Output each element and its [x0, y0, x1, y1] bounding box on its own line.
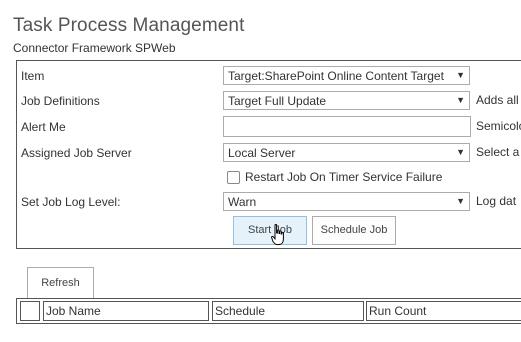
chevron-down-icon: ▼ [456, 196, 465, 206]
chevron-down-icon: ▼ [456, 70, 465, 80]
alert-me-input[interactable] [223, 116, 471, 137]
schedule-column-header[interactable]: Schedule [212, 301, 364, 321]
jobs-grid-header: Job Name Schedule Run Count [16, 298, 521, 324]
select-all-column-header[interactable] [20, 301, 40, 321]
job-name-column-header[interactable]: Job Name [43, 301, 209, 321]
restart-job-checkbox[interactable] [227, 171, 240, 184]
assigned-job-server-hint: Select a [476, 145, 520, 159]
log-level-select-value: Warn [228, 195, 257, 209]
job-definitions-select[interactable]: Target Full Update ▼ [223, 91, 470, 110]
alert-me-label: Alert Me [21, 120, 66, 134]
refresh-button[interactable]: Refresh [27, 267, 94, 298]
start-job-button[interactable]: Start Job [233, 216, 307, 245]
assigned-job-server-select[interactable]: Local Server ▼ [223, 143, 470, 162]
job-definitions-select-value: Target Full Update [228, 94, 327, 108]
page-title: Task Process Management [13, 15, 245, 36]
schedule-job-button[interactable]: Schedule Job [312, 216, 396, 245]
page-subtitle: Connector Framework SPWeb [13, 41, 176, 55]
log-level-label: Set Job Log Level: [21, 195, 121, 209]
job-definitions-label: Job Definitions [21, 94, 100, 108]
chevron-down-icon: ▼ [456, 95, 465, 105]
log-level-hint: Log dat [476, 194, 517, 208]
item-select[interactable]: Target:SharePoint Online Content Target … [223, 66, 470, 85]
restart-job-checkbox-label: Restart Job On Timer Service Failure [245, 170, 443, 184]
item-label: Item [21, 69, 45, 83]
assigned-job-server-select-value: Local Server [228, 146, 296, 160]
log-level-select[interactable]: Warn ▼ [223, 192, 470, 211]
item-select-value: Target:SharePoint Online Content Target [228, 69, 444, 83]
job-definitions-hint: Adds all [476, 93, 519, 107]
alert-me-hint: Semicolo [476, 119, 521, 133]
hand-pointer-icon [271, 224, 284, 245]
run-count-column-header[interactable]: Run Count [366, 301, 521, 321]
assigned-job-server-label: Assigned Job Server [21, 146, 132, 160]
chevron-down-icon: ▼ [456, 147, 465, 157]
job-settings-panel: Item Target:SharePoint Online Content Ta… [16, 60, 521, 249]
